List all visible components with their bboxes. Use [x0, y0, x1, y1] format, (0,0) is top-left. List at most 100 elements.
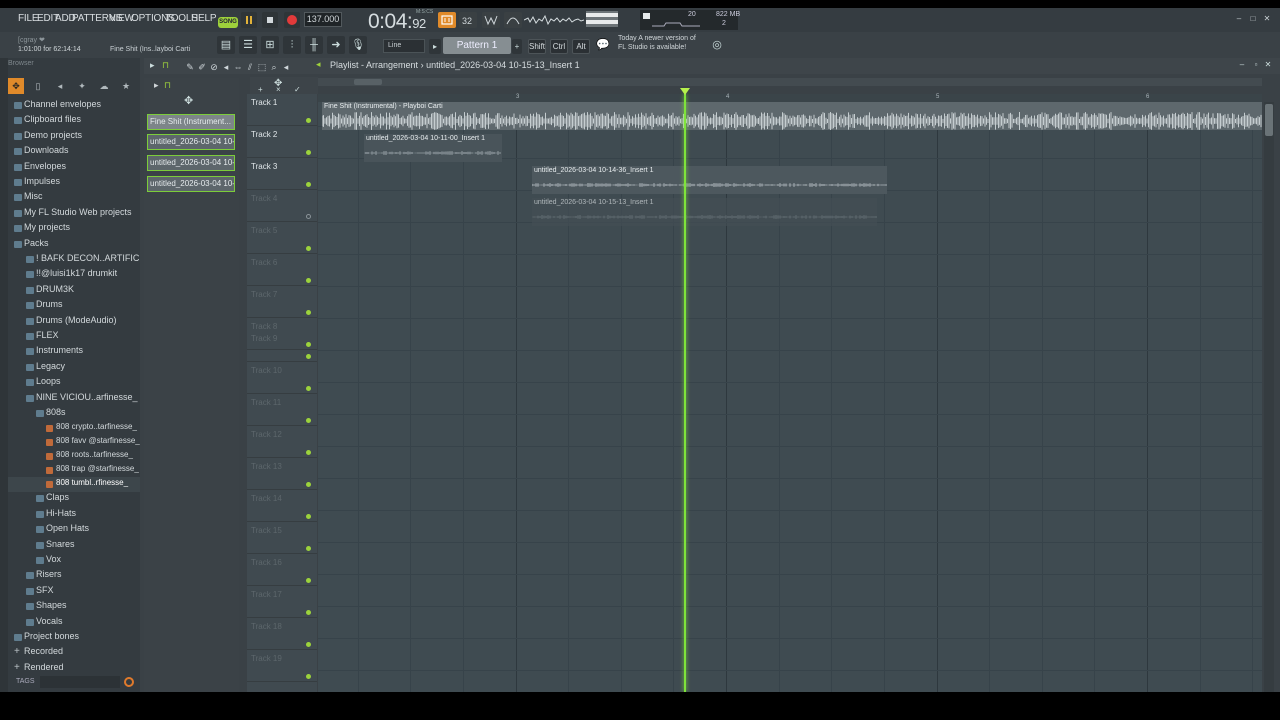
track-label[interactable]: Track 2 [251, 130, 277, 139]
clip-source-item[interactable]: untitled_2026-03-04 10-... [147, 134, 235, 150]
browser-item[interactable]: SFX [8, 584, 140, 599]
browser-item[interactable]: Envelopes [8, 160, 140, 175]
browser-item[interactable]: Legacy [8, 360, 140, 375]
track-mute-toggle[interactable] [306, 310, 311, 315]
update-button[interactable]: ◎ [708, 36, 726, 54]
wait-record-button[interactable] [482, 12, 500, 28]
browser-item[interactable]: Clipboard files [8, 113, 140, 128]
browser-item[interactable]: + Rendered [8, 661, 140, 676]
playlist-maximize-button[interactable]: ▫ [1251, 60, 1261, 69]
audio-clip[interactable]: untitled_2026-03-04 10-14-36_Insert 1 [532, 166, 887, 194]
vertical-scroll-thumb[interactable] [1265, 104, 1273, 136]
pattern-prev-button[interactable]: ▸ [429, 39, 441, 54]
menu-help[interactable]: HELP [191, 13, 217, 24]
search-icon[interactable] [124, 677, 134, 687]
browser-item[interactable]: Risers [8, 568, 140, 583]
browser-item[interactable]: Hi-Hats [8, 507, 140, 522]
browser-item[interactable]: FLEX [8, 329, 140, 344]
track-label[interactable]: Track 5 [251, 226, 277, 235]
track-mute-toggle[interactable] [306, 674, 311, 679]
draw-track-icon[interactable]: ✓ [294, 85, 301, 94]
browser-item[interactable]: 808 roots..tarfinesse_ [8, 449, 140, 464]
playhead[interactable] [684, 94, 686, 692]
snap-selector[interactable]: Line [383, 39, 425, 53]
mute-icon[interactable]: ◂ [220, 60, 232, 74]
playback-icon[interactable]: ◂ [280, 60, 292, 74]
browser-favorites-button[interactable]: ★ [118, 78, 134, 94]
browser-item[interactable]: Drums [8, 298, 140, 313]
play-button[interactable] [241, 12, 257, 28]
playlist-minimize-button[interactable]: – [1237, 60, 1247, 69]
channel-rack-button[interactable]: ⊞ [261, 36, 279, 54]
track-label[interactable]: Track 7 [251, 290, 277, 299]
playlist-nav-icon[interactable]: ◂ [316, 59, 321, 70]
zoom-icon[interactable]: ⌕ [268, 60, 280, 74]
browser-item[interactable]: Vox [8, 553, 140, 568]
track-mute-toggle[interactable] [306, 342, 311, 347]
browser-item[interactable]: My projects [8, 221, 140, 236]
clip-source-item[interactable]: untitled_2026-03-04 10-... [147, 155, 235, 171]
track-label[interactable]: Track 8 [251, 322, 277, 331]
browser-item[interactable]: !!@luisi1k17 drumkit [8, 267, 140, 282]
audio-clip[interactable]: untitled_2026-03-04 10-11-00_Insert 1 [364, 134, 502, 162]
mic-button[interactable]: 🎙 [349, 36, 367, 54]
tempo-display[interactable]: 137.000 [304, 12, 342, 27]
track-label[interactable]: Track 4 [251, 194, 277, 203]
maximize-button[interactable]: □ [1248, 14, 1258, 23]
magnet-icon[interactable]: ⊓ [164, 80, 171, 91]
track-label[interactable]: Track 15 [251, 526, 282, 535]
track-mute-toggle[interactable] [306, 354, 311, 359]
playhead-marker[interactable] [680, 88, 690, 95]
track-mute-toggle[interactable] [306, 546, 311, 551]
piano-roll-button[interactable]: ☰ [239, 36, 257, 54]
track-mute-toggle[interactable] [306, 182, 311, 187]
playlist-magnet-icon[interactable]: ⊓ [162, 60, 169, 71]
pattern-add-button[interactable]: + [512, 39, 522, 54]
close-button[interactable]: ✕ [1262, 14, 1272, 23]
step-mode-button[interactable]: 32 [459, 12, 477, 28]
browser-item[interactable]: Vocals [8, 615, 140, 630]
slice-icon[interactable]: ⫽ [244, 60, 256, 74]
browser-files-button[interactable]: ▯ [30, 78, 46, 94]
browser-item[interactable]: 808 trap @starfinesse_ [8, 463, 140, 478]
track-mute-toggle[interactable] [306, 642, 311, 647]
clip-source-item[interactable]: Fine Shit (Instrument... [147, 114, 235, 130]
move-icon[interactable]: ✥ [184, 94, 193, 107]
add-track-icon[interactable]: + [258, 85, 263, 94]
tags-input[interactable] [40, 676, 120, 688]
track-mute-toggle[interactable] [306, 214, 311, 219]
stop-button[interactable] [262, 12, 278, 28]
playlist-close-button[interactable]: ✕ [1263, 60, 1273, 69]
browser-item[interactable]: Claps [8, 491, 140, 506]
browser-item[interactable]: Downloads [8, 144, 140, 159]
browser-item[interactable]: My FL Studio Web projects [8, 206, 140, 221]
track-label[interactable]: Track 11 [251, 398, 281, 407]
track-label[interactable]: Track 13 [251, 462, 282, 471]
vertical-scrollbar[interactable] [1264, 102, 1274, 692]
plugin-picker-button[interactable]: ╫ [305, 36, 323, 54]
brush-icon[interactable]: ✐ [196, 60, 208, 74]
time-scrollbar[interactable] [318, 78, 1262, 86]
song-mode-button[interactable]: SONG [218, 17, 238, 28]
select-icon[interactable]: ⬚ [256, 60, 268, 74]
pattern-selector[interactable]: Pattern 1 [443, 37, 511, 54]
playlist-arrow-icon[interactable]: ▸ [150, 60, 155, 71]
browser-toggle-button[interactable]: ➜ [327, 36, 345, 54]
track-label[interactable]: Track 3 [251, 162, 277, 171]
track-label[interactable]: Track 12 [251, 430, 282, 439]
track-mute-toggle[interactable] [306, 610, 311, 615]
track-mute-toggle[interactable] [306, 150, 311, 155]
track-mute-toggle[interactable] [306, 578, 311, 583]
metronome-button[interactable] [438, 12, 456, 28]
browser-plugins-button[interactable]: ✦ [74, 78, 90, 94]
browser-back-button[interactable]: ◂ [52, 78, 68, 94]
browser-item[interactable]: Shapes [8, 599, 140, 614]
audio-clip[interactable]: Fine Shit (Instrumental) - Playboi Carti [322, 102, 1262, 130]
browser-item[interactable]: Open Hats [8, 522, 140, 537]
track-label[interactable]: Track 14 [251, 494, 282, 503]
track-mute-toggle[interactable] [306, 450, 311, 455]
time-scroll-thumb[interactable] [354, 79, 382, 85]
remove-track-icon[interactable]: × [276, 85, 281, 94]
track-label[interactable]: Track 19 [251, 654, 282, 663]
track-label[interactable]: Track 1 [251, 98, 277, 107]
